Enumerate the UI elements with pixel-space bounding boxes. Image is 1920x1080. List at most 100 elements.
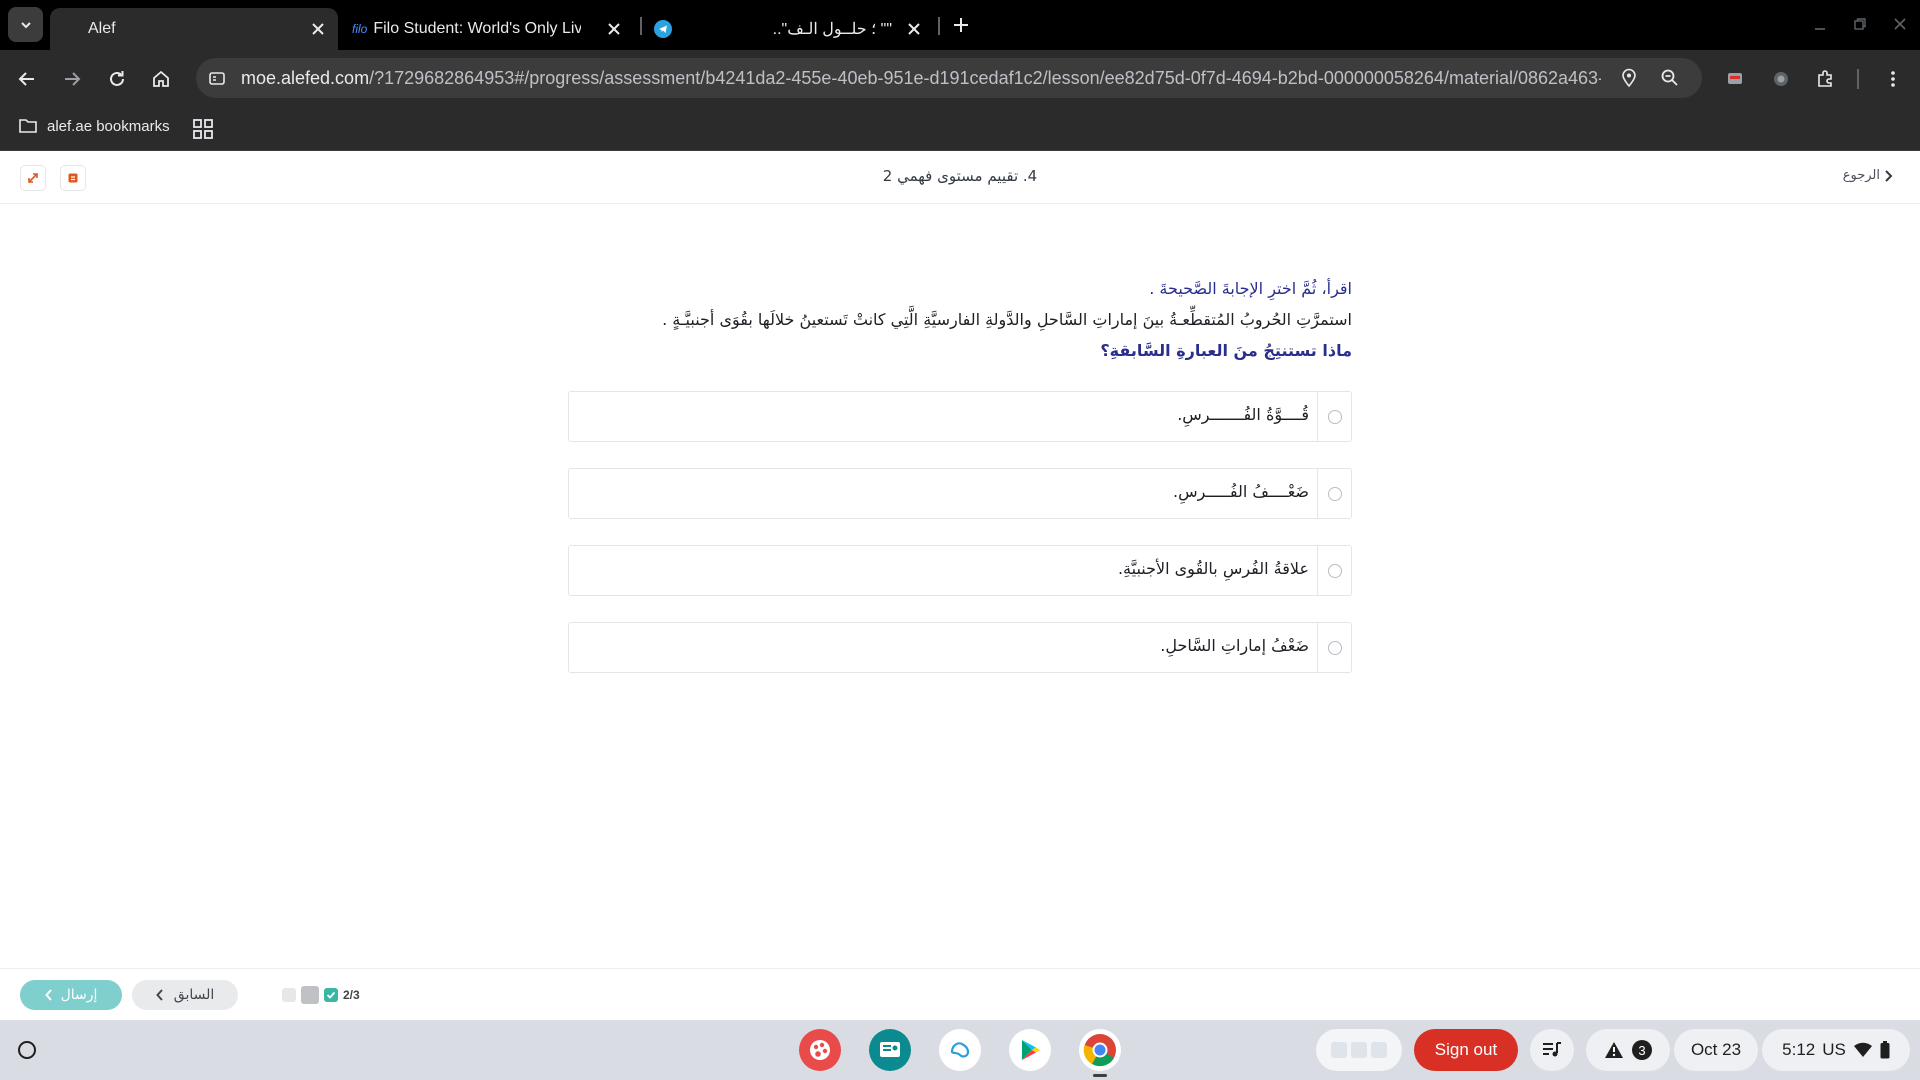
minimize-icon: [1815, 28, 1825, 30]
url-domain: moe.alefed.com: [241, 68, 370, 88]
sync-app-icon[interactable]: [939, 1029, 981, 1071]
option-label: ضَعْفُ إماراتِ السَّاحلِ.: [1160, 636, 1309, 655]
plus-icon: [954, 18, 968, 32]
battery-icon: [1880, 1041, 1890, 1059]
canvas-app-icon[interactable]: [799, 1029, 841, 1071]
reload-icon: [110, 71, 124, 86]
home-button[interactable]: [144, 62, 178, 96]
close-window-button[interactable]: [1888, 12, 1912, 36]
bookmarks-bar: alef.ae bookmarks: [0, 107, 1920, 151]
radio-button[interactable]: [1327, 563, 1342, 578]
radio-cell[interactable]: [1317, 546, 1351, 595]
progress-step-current[interactable]: [301, 986, 319, 1004]
page-title: 4. تقييم مستوى فهمي 2: [882, 167, 1038, 185]
previous-button[interactable]: السابق: [132, 980, 238, 1010]
close-icon[interactable]: [604, 19, 624, 39]
minimize-button[interactable]: [1808, 12, 1832, 36]
tab-alef[interactable]: Alef: [50, 8, 338, 50]
holding-space-tray[interactable]: [1316, 1029, 1402, 1071]
toolbar-divider: [1857, 69, 1859, 89]
os-shelf: Sign out 3 Oct 23 5:12 US: [0, 1020, 1920, 1080]
question-block: اقرأ، ثُمَّ اخترِ الإجابةَ الصَّحيحةَ . …: [560, 274, 1352, 366]
restore-icon: [1854, 18, 1866, 30]
option-label: علاقةُ الفُرسِ بالقُوى الأجنبيَّةِ.: [1117, 559, 1309, 578]
check-icon[interactable]: [324, 988, 338, 1002]
sign-out-button[interactable]: Sign out: [1414, 1029, 1518, 1071]
bookmark-folder-alef[interactable]: alef.ae bookmarks: [18, 117, 170, 135]
page-header: 4. تقييم مستوى فهمي 2 الرجوع: [0, 151, 1920, 204]
filo-favicon-icon: filo: [352, 22, 368, 36]
arrow-left-icon: [18, 72, 34, 86]
answer-option-1[interactable]: قُــــوَّةُ الفُـــــــرسِ.: [568, 391, 1352, 442]
chevron-down-icon: [20, 21, 31, 28]
sign-out-label: Sign out: [1434, 1040, 1498, 1059]
tab-telegram[interactable]: "" ؛ حلــول الـف"..: [650, 8, 934, 50]
tab-search-button[interactable]: [8, 7, 43, 42]
media-controls-button[interactable]: [1530, 1029, 1574, 1071]
location-icon[interactable]: [1620, 68, 1638, 92]
tab-separator: [938, 17, 940, 35]
chevron-right-icon: [1885, 169, 1893, 182]
folder-icon: [19, 119, 37, 133]
forward-button[interactable]: [55, 62, 89, 96]
radio-cell[interactable]: [1317, 469, 1351, 518]
running-indicator: [1093, 1074, 1107, 1077]
chevron-left-icon: [44, 989, 52, 1001]
url-text[interactable]: moe.alefed.com/?1729682864953#/progress/…: [241, 68, 1601, 89]
radio-button[interactable]: [1327, 486, 1342, 501]
reload-button[interactable]: [100, 62, 134, 96]
close-icon: [1894, 18, 1906, 30]
new-tab-button[interactable]: [948, 12, 974, 38]
previous-label: السابق: [173, 987, 215, 1003]
tab-separator: [640, 17, 642, 35]
restore-button[interactable]: [1848, 12, 1872, 36]
chevron-left-icon: [155, 989, 163, 1001]
radio-button[interactable]: [1327, 409, 1342, 424]
address-bar[interactable]: moe.alefed.com/?1729682864953#/progress/…: [196, 58, 1702, 98]
close-icon[interactable]: [308, 19, 328, 39]
launcher-circle-icon: [18, 1041, 36, 1059]
submit-button[interactable]: إرسال: [20, 980, 122, 1010]
close-icon[interactable]: [904, 19, 924, 39]
zoom-icon[interactable]: [1660, 68, 1680, 92]
answer-option-3[interactable]: علاقةُ الفُرسِ بالقُوى الأجنبيَّةِ.: [568, 545, 1352, 596]
lesson-content: اقرأ، ثُمَّ اخترِ الإجابةَ الصَّحيحةَ . …: [0, 204, 1920, 968]
extensions-button[interactable]: [1808, 62, 1842, 96]
question-passage: استمرَّتِ الحُروبُ المُتقطِّعـةُ بينَ إم…: [662, 310, 1352, 329]
home-icon: [153, 70, 169, 87]
alef-favicon-icon: [64, 21, 80, 37]
date-tray[interactable]: Oct 23: [1674, 1029, 1758, 1071]
apps-grid-icon[interactable]: [192, 118, 214, 140]
menu-button[interactable]: [1876, 62, 1910, 96]
extension-button[interactable]: [1764, 62, 1798, 96]
chrome-icon[interactable]: [1079, 1029, 1121, 1071]
launcher-button[interactable]: [12, 1035, 42, 1065]
back-button[interactable]: [10, 62, 44, 96]
status-tray[interactable]: 5:12 US: [1762, 1029, 1910, 1071]
progress-text: 2/3: [343, 988, 360, 1002]
tab-filo[interactable]: filo Filo Student: World's Only Live I: [352, 8, 634, 50]
progress-step-empty[interactable]: [282, 988, 296, 1002]
lesson-footer: إرسال السابق 2/3: [0, 968, 1920, 1020]
playlist-music-icon: [1543, 1042, 1561, 1057]
classroom-app-icon[interactable]: [869, 1029, 911, 1071]
back-link-label: الرجوع: [1842, 168, 1880, 183]
tab-title: "" ؛ حلــول الـف"..: [772, 21, 892, 38]
warning-icon: [1605, 1042, 1623, 1058]
option-label: قُــــوَّةُ الفُـــــــرسِ.: [1177, 405, 1309, 424]
radio-button[interactable]: [1327, 640, 1342, 655]
notification-tray[interactable]: 3: [1586, 1029, 1670, 1071]
back-link[interactable]: الرجوع: [1843, 168, 1894, 183]
answer-option-2[interactable]: ضَعْــــفُ الفُـــــرسِ.: [568, 468, 1352, 519]
play-store-icon[interactable]: [1009, 1029, 1051, 1071]
option-label: ضَعْــــفُ الفُـــــرسِ.: [1173, 482, 1309, 501]
wifi-icon: [1853, 1042, 1872, 1057]
answer-option-4[interactable]: ضَعْفُ إماراتِ السَّاحلِ.: [568, 622, 1352, 673]
extension-badge-icon: [1774, 72, 1788, 86]
locale-label: US: [1822, 1040, 1846, 1059]
site-info-icon[interactable]: [208, 69, 226, 91]
date-label: Oct 23: [1690, 1040, 1742, 1059]
radio-cell[interactable]: [1317, 623, 1351, 672]
radio-cell[interactable]: [1317, 392, 1351, 441]
extension-button[interactable]: [1718, 62, 1752, 96]
